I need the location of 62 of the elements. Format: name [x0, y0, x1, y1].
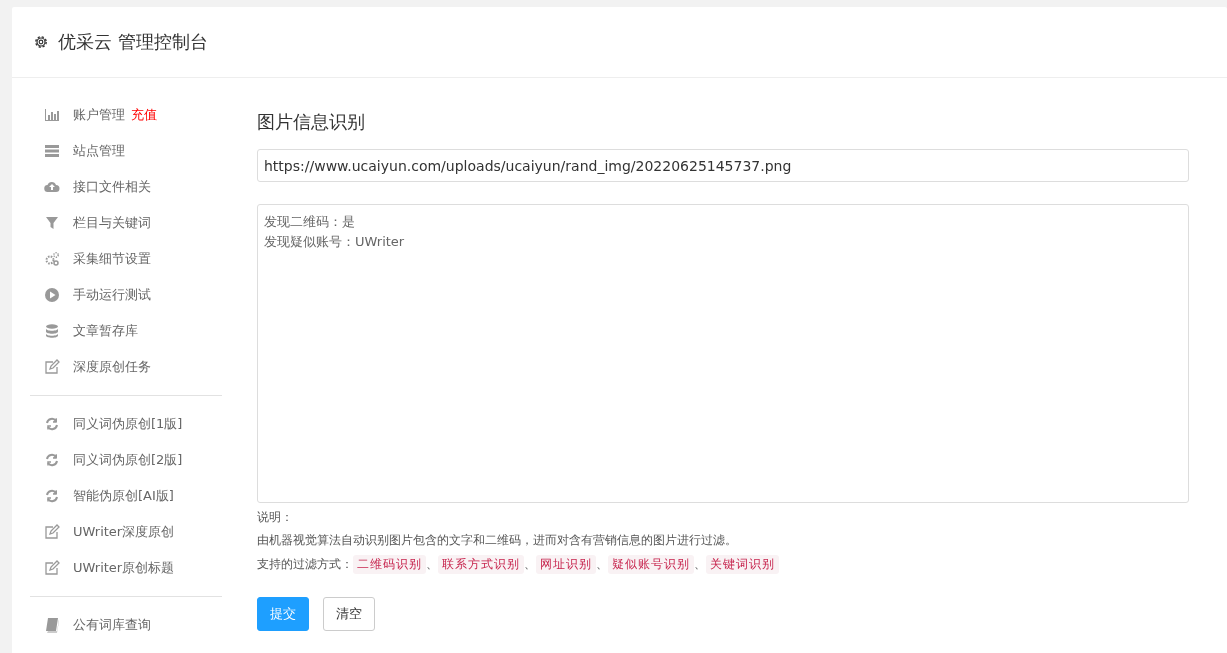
sidebar-label: 文章暂存库	[73, 322, 138, 340]
notes-title: 说明：	[257, 509, 294, 526]
play-icon	[44, 287, 60, 303]
sidebar-item[interactable]: 采集细节设置	[30, 241, 222, 277]
sidebar-item[interactable]: UWriter深度原创	[30, 514, 222, 550]
separator: 、	[426, 556, 438, 573]
separator: 、	[524, 556, 536, 573]
sidebar-label: 接口文件相关	[73, 178, 151, 196]
filter-icon	[44, 215, 60, 231]
sidebar-label: 公有词库查询	[73, 616, 151, 634]
sidebar-label: 站点管理	[73, 142, 125, 160]
refresh-icon	[44, 416, 60, 432]
recharge-link[interactable]: 充值	[131, 106, 157, 124]
sidebar-item[interactable]: 深度原创任务	[30, 349, 222, 385]
edit-icon	[44, 524, 60, 540]
sidebar-item[interactable]: 公有词库查询	[30, 607, 222, 643]
settings-icon	[33, 34, 49, 50]
result-line: 发现二维码：是	[264, 213, 356, 231]
sidebar-label: 同义词伪原创[2版]	[73, 451, 183, 469]
clear-button[interactable]: 清空	[323, 597, 375, 631]
sidebar-label: 账户管理	[73, 106, 125, 124]
sidebar-label: 采集细节设置	[73, 250, 151, 268]
sidebar-label: 栏目与关键词	[73, 214, 151, 232]
filter-tag: 网址识别	[536, 555, 596, 574]
sidebar-label: 智能伪原创[AI版]	[73, 487, 174, 505]
sidebar-item[interactable]: UWriter原创标题	[30, 550, 222, 586]
sidebar-label: 深度原创任务	[73, 358, 151, 376]
result-box[interactable]: 发现二维码：是 发现疑似账号：UWriter	[257, 204, 1189, 503]
sidebar-label: UWriter深度原创	[73, 523, 175, 541]
filter-tag: 二维码识别	[353, 555, 426, 574]
sidebar-item[interactable]: 手动运行测试	[30, 277, 222, 313]
refresh-icon	[44, 488, 60, 504]
sidebar-item[interactable]: 接口文件相关	[30, 169, 222, 205]
section-title: 图片信息识别	[257, 110, 366, 134]
sidebar-item[interactable]: 账户管理 充值	[30, 97, 222, 133]
book-icon	[44, 617, 60, 633]
filter-tag: 疑似账号识别	[608, 555, 694, 574]
refresh-icon	[44, 452, 60, 468]
bars-icon	[44, 107, 60, 123]
sidebar-item[interactable]: 文章暂存库	[30, 313, 222, 349]
result-line: 发现疑似账号：UWriter	[264, 233, 406, 251]
sidebar-item[interactable]: 智能伪原创[AI版]	[30, 478, 222, 514]
sidebar-label: 手动运行测试	[73, 286, 151, 304]
sidebar-label: 同义词伪原创[1版]	[73, 415, 183, 433]
filter-tag: 关键词识别	[706, 555, 779, 574]
database-icon	[44, 323, 60, 339]
sidebar-item[interactable]: 同义词伪原创[1版]	[30, 406, 222, 442]
sidebar-label: UWriter原创标题	[73, 559, 175, 577]
sidebar-item[interactable]: 站点管理	[30, 133, 222, 169]
filter-tag: 联系方式识别	[438, 555, 524, 574]
edit-icon	[44, 359, 60, 375]
cloud-icon	[44, 179, 60, 195]
server-icon	[44, 143, 60, 159]
sidebar-item[interactable]: 栏目与关键词	[30, 205, 222, 241]
console-title: 优采云 管理控制台	[58, 30, 208, 54]
description-text: 由机器视觉算法自动识别图片包含的文字和二维码，进而对含有营销信息的图片进行过滤。	[257, 532, 738, 549]
edit-icon	[44, 560, 60, 576]
url-field[interactable]: https://www.ucaiyun.com/uploads/ucaiyun/rand_img/20220625145737.png	[257, 149, 1189, 182]
sidebar-item[interactable]: 同义词伪原创[2版]	[30, 442, 222, 478]
separator: 、	[694, 556, 706, 573]
filters-label: 支持的过滤方式：	[257, 556, 353, 573]
separator: 、	[596, 556, 608, 573]
